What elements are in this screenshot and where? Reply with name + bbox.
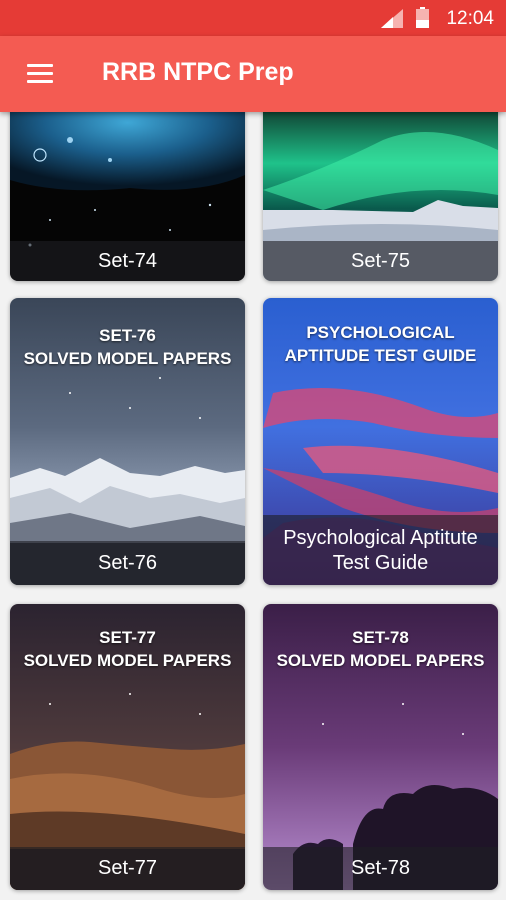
card-header-line2: SOLVED MODEL PAPERS <box>276 651 485 670</box>
card-label: Set-74 <box>98 250 157 272</box>
card-set-74[interactable]: Set-74 <box>10 112 245 281</box>
battery-icon <box>416 7 429 28</box>
card-header-line2: SOLVED MODEL PAPERS <box>23 349 232 368</box>
card-grid: Set-74 Set-75 SET-76 SOLVED MODEL PAPERS… <box>0 112 506 900</box>
card-header: SET-77 SOLVED MODEL PAPERS <box>10 626 245 672</box>
card-label: Set-76 <box>98 552 157 574</box>
card-header-line2: SOLVED MODEL PAPERS <box>23 651 232 670</box>
status-bar: 12:04 <box>0 0 506 36</box>
signal-icon <box>381 9 403 28</box>
card-set-77[interactable]: SET-77 SOLVED MODEL PAPERS Set-77 <box>10 604 245 890</box>
card-header-line1: PSYCHOLOGICAL <box>306 323 455 342</box>
card-footer: Psychological Aptitute Test Guide <box>263 515 498 585</box>
app-title: RRB NTPC Prep <box>102 58 294 86</box>
card-header-line2: APTITUDE TEST GUIDE <box>284 346 477 365</box>
card-label: Set-75 <box>351 250 410 272</box>
card-header-line1: SET-78 <box>352 628 409 647</box>
card-set-75[interactable]: Set-75 <box>263 112 498 281</box>
card-header: PSYCHOLOGICAL APTITUDE TEST GUIDE <box>263 321 498 367</box>
status-time: 12:04 <box>446 8 494 29</box>
card-psychological-aptitude[interactable]: PSYCHOLOGICAL APTITUDE TEST GUIDE Psycho… <box>263 298 498 585</box>
card-set-76[interactable]: SET-76 SOLVED MODEL PAPERS Set-76 <box>10 298 245 585</box>
card-label: Psychological Aptitute Test Guide <box>283 527 478 574</box>
card-footer: Set-78 <box>263 847 498 890</box>
card-label: Set-77 <box>98 857 157 879</box>
card-set-78[interactable]: SET-78 SOLVED MODEL PAPERS Set-78 <box>263 604 498 890</box>
menu-icon[interactable] <box>27 64 53 84</box>
card-footer: Set-76 <box>10 541 245 585</box>
card-header-line1: SET-77 <box>99 628 156 647</box>
app-bar: RRB NTPC Prep <box>0 36 506 112</box>
card-footer: Set-77 <box>10 847 245 890</box>
card-footer: Set-74 <box>10 241 245 281</box>
card-header: SET-76 SOLVED MODEL PAPERS <box>10 324 245 370</box>
card-label: Set-78 <box>351 857 410 879</box>
card-header-line1: SET-76 <box>99 326 156 345</box>
card-footer: Set-75 <box>263 241 498 281</box>
card-header: SET-78 SOLVED MODEL PAPERS <box>263 626 498 672</box>
